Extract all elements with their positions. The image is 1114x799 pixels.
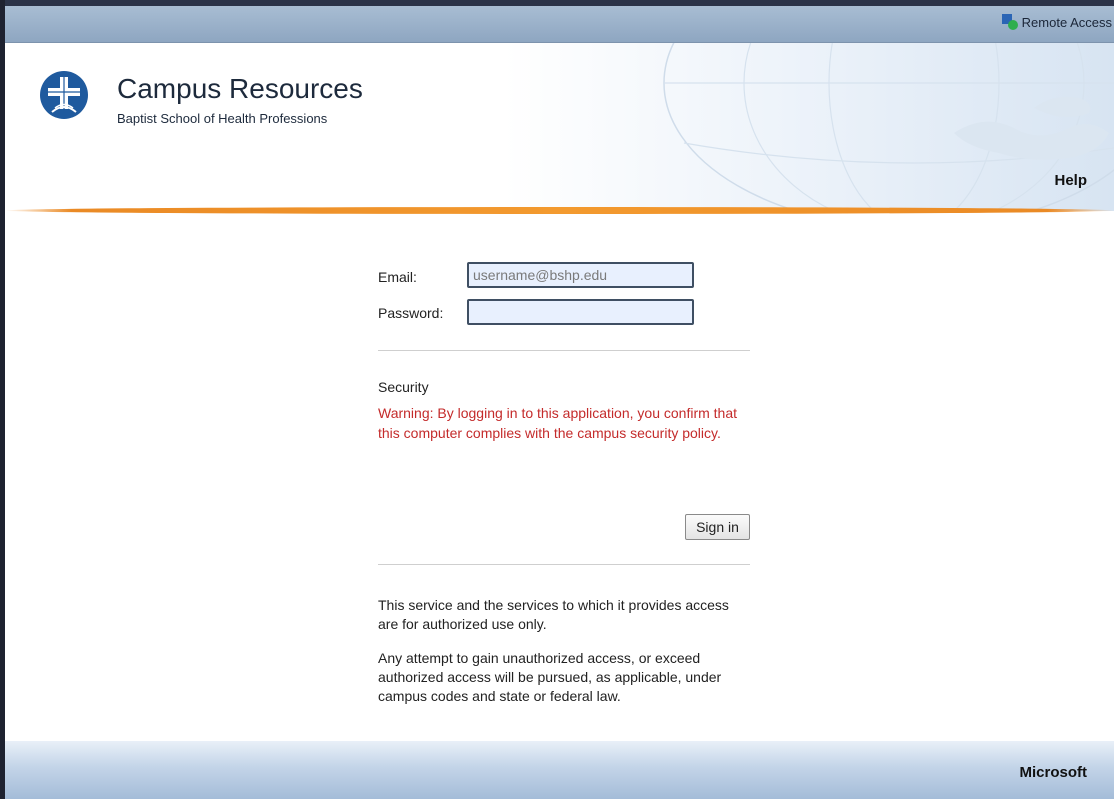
security-warning: Warning: By logging in to this applicati…	[378, 405, 738, 441]
password-label: Password:	[378, 305, 444, 321]
header-bar: Remote Access	[5, 6, 1114, 43]
footer-bar: Microsoft	[5, 741, 1114, 799]
password-input[interactable]	[467, 299, 694, 325]
sign-in-button[interactable]: Sign in	[685, 514, 750, 540]
authorized-use-notice: This service and the services to which i…	[378, 597, 729, 632]
email-input[interactable]	[467, 262, 694, 288]
security-heading: Security	[378, 379, 429, 395]
help-link[interactable]: Help	[1054, 172, 1087, 189]
email-label: Email:	[378, 269, 417, 285]
banner: Campus Resources Baptist School of Healt…	[5, 43, 1114, 211]
unauthorized-access-notice: Any attempt to gain unauthorized access,…	[378, 650, 722, 704]
globe-background-icon	[663, 43, 1114, 211]
remote-access-icon	[1001, 14, 1018, 30]
remote-access-link[interactable]: Remote Access	[1001, 14, 1112, 30]
orange-divider	[5, 207, 1114, 214]
cross-logo-icon	[40, 71, 88, 119]
app-title: Campus Resources	[117, 73, 363, 104]
form-divider-bottom	[378, 564, 750, 565]
remote-access-label: Remote Access	[1021, 14, 1112, 30]
organization-name: Baptist School of Health Professions	[117, 111, 328, 126]
form-divider-top	[378, 350, 750, 351]
microsoft-brand: Microsoft	[1019, 764, 1088, 781]
